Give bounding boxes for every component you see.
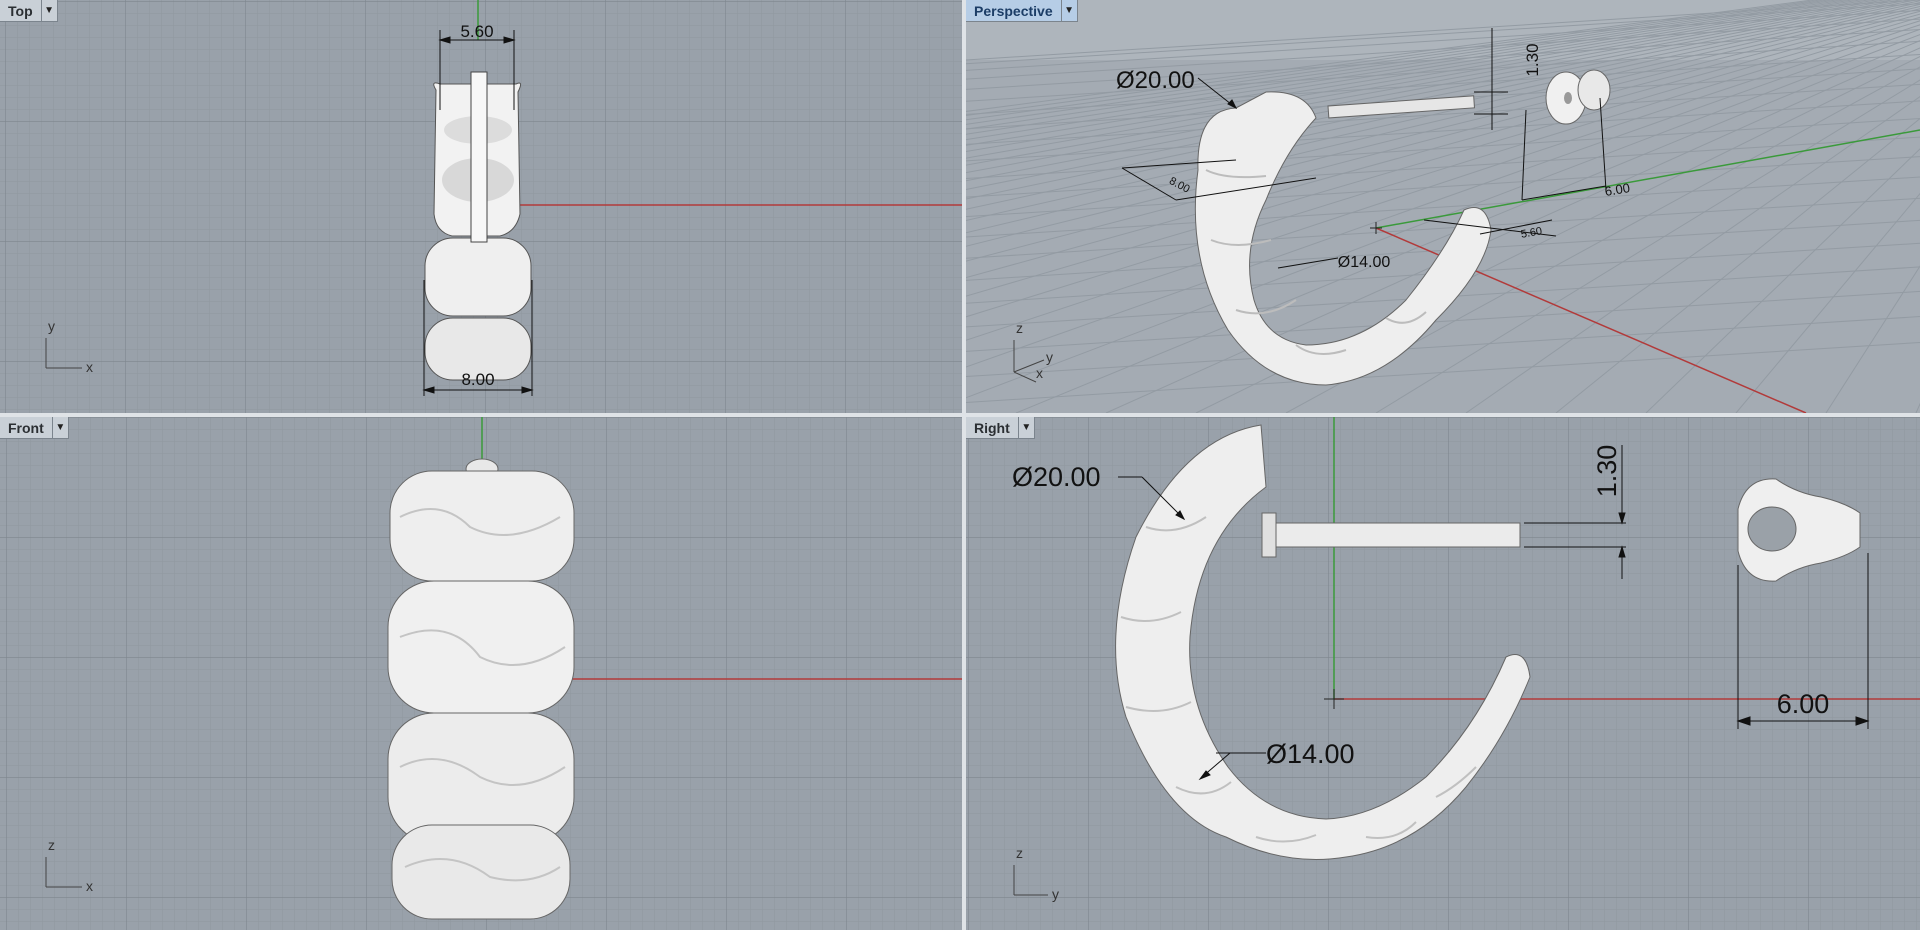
origin-marker bbox=[1370, 222, 1382, 234]
dimension-label: 5.60 bbox=[1520, 225, 1543, 241]
axis-label: z bbox=[1016, 845, 1023, 861]
viewport-top[interactable]: Top ▼ 5.60 8.00 y x bbox=[0, 0, 962, 413]
dimension-label: 8.00 bbox=[1167, 175, 1192, 196]
axis-label: y bbox=[48, 318, 55, 334]
axis-label: x bbox=[86, 878, 93, 894]
dimension-label: Ø14.00 bbox=[1266, 739, 1355, 769]
viewport-label: Perspective bbox=[974, 3, 1053, 19]
dimension-label: 6.00 bbox=[1604, 180, 1631, 199]
earring-model-front bbox=[387, 458, 575, 920]
viewport-tab-perspective[interactable]: Perspective ▼ bbox=[966, 0, 1078, 22]
dimension-label: Ø14.00 bbox=[1338, 254, 1391, 271]
earring-model-right bbox=[1115, 424, 1861, 860]
right-scene: Ø20.00 Ø14.00 1.30 6.00 z y bbox=[1012, 417, 1920, 902]
dimension-label: 1.30 bbox=[1523, 43, 1542, 76]
axis-label: z bbox=[1016, 320, 1023, 336]
y-axis-line bbox=[1375, 129, 1920, 229]
earring-model-perspective bbox=[1194, 69, 1611, 386]
viewport-tab-right[interactable]: Right ▼ bbox=[966, 417, 1035, 439]
dropdump-caret-icon[interactable]: ▼ bbox=[51, 417, 68, 438]
axis-icon bbox=[45, 857, 82, 888]
axis-icon bbox=[1013, 865, 1048, 896]
viewport-label: Top bbox=[8, 3, 33, 19]
perspective-scene: Ø20.00 Ø14.00 1.30 6.00 8.00 5.60 z y x bbox=[1013, 28, 1920, 413]
axis-icon bbox=[45, 338, 82, 369]
origin-marker bbox=[1324, 689, 1344, 709]
earring-model-top bbox=[424, 71, 532, 381]
dimension-label: 6.00 bbox=[1777, 689, 1830, 719]
viewport-right[interactable]: Right ▼ Ø20.00 Ø14.00 1.30 6.00 z y bbox=[966, 417, 1920, 930]
dropdown-caret-icon[interactable]: ▼ bbox=[1060, 0, 1077, 21]
front-scene: z x bbox=[45, 417, 962, 920]
viewport-perspective[interactable]: Perspective ▼ Ø20.00 Ø14.00 1.30 6.00 8.… bbox=[966, 0, 1920, 413]
axis-label: x bbox=[86, 359, 93, 375]
axis-label: z bbox=[48, 837, 55, 853]
viewport-label: Right bbox=[974, 420, 1010, 436]
axis-label: x bbox=[1036, 365, 1043, 381]
viewport-tab-front[interactable]: Front ▼ bbox=[0, 417, 69, 439]
top-scene: 5.60 8.00 y x bbox=[45, 0, 962, 396]
dimension-label: 8.00 bbox=[461, 370, 494, 389]
dimension-label: Ø20.00 bbox=[1116, 67, 1195, 94]
viewport-front[interactable]: Front ▼ z x bbox=[0, 417, 962, 930]
axis-label: y bbox=[1052, 886, 1059, 902]
dropdown-caret-icon[interactable]: ▼ bbox=[1017, 417, 1034, 438]
dropdown-caret-icon[interactable]: ▼ bbox=[40, 0, 57, 21]
dimension-label: Ø20.00 bbox=[1012, 462, 1101, 492]
viewport-label: Front bbox=[8, 420, 44, 436]
dimension-label: 1.30 bbox=[1592, 445, 1622, 498]
axis-label: y bbox=[1046, 349, 1053, 365]
dimension-label: 5.60 bbox=[460, 22, 493, 41]
viewport-tab-top[interactable]: Top ▼ bbox=[0, 0, 58, 22]
